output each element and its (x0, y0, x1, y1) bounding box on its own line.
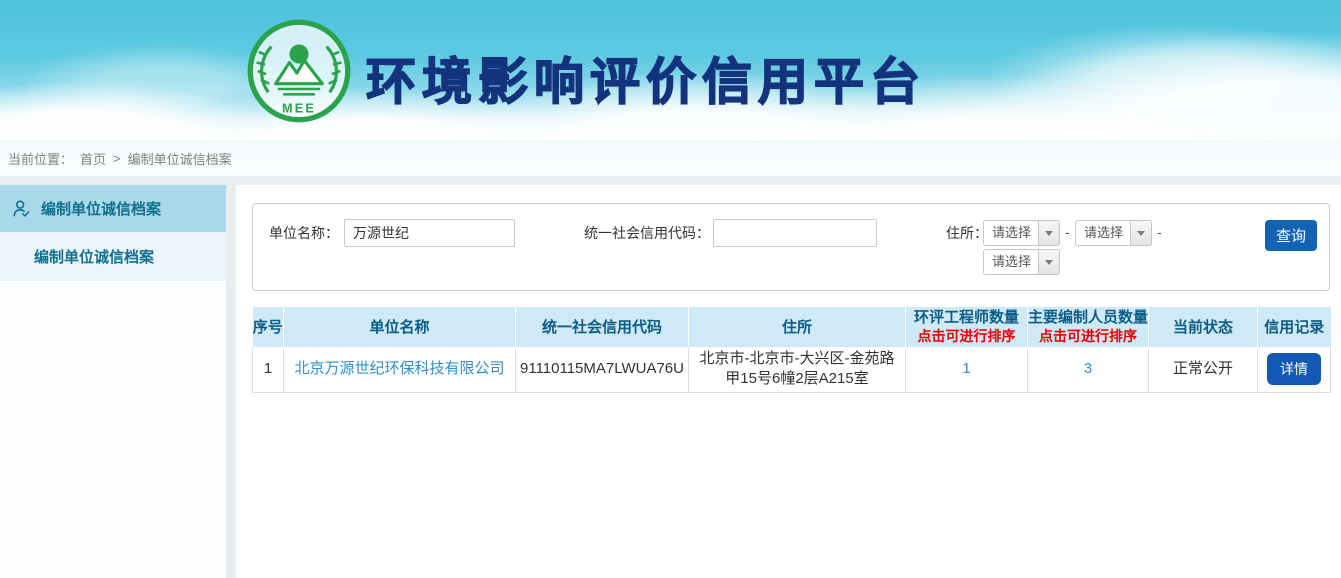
col-index: 序号 (253, 307, 284, 347)
staff-count-link[interactable]: 3 (1084, 360, 1092, 377)
staff-sort-hint[interactable]: 点击可进行排序 (1028, 327, 1148, 346)
province-select[interactable]: 请选择 (983, 220, 1060, 246)
page-title: 环境影响评价信用平台 (366, 42, 926, 114)
breadcrumb-label: 当前位置： (8, 149, 73, 168)
row-address: 北京市-北京市-大兴区-金苑路甲15号6幢2层A215室 (689, 347, 906, 392)
mee-logo-icon: MEE (246, 18, 352, 124)
row-credit-code: 91110115MA7LWUA76U (516, 347, 689, 392)
unit-name-input[interactable] (344, 219, 515, 247)
credit-code-label: 统一社会信用代码： (584, 219, 710, 247)
table-header-row: 序号 单位名称 统一社会信用代码 住所 环评工程师数量 点击可进行排序 主要编制… (253, 307, 1331, 347)
district-select[interactable]: 请选择 (983, 249, 1060, 275)
col-name: 单位名称 (284, 307, 516, 347)
district-select-value: 请选择 (984, 250, 1038, 274)
breadcrumb: 当前位置： 首页 > 编制单位诚信档案 (0, 140, 1341, 176)
col-staff[interactable]: 主要编制人员数量 点击可进行排序 (1028, 307, 1149, 347)
breadcrumb-current: 编制单位诚信档案 (128, 149, 232, 168)
query-button[interactable]: 查询 (1265, 220, 1317, 251)
col-engineers-title: 环评工程师数量 (914, 309, 1019, 326)
address-dash2: - (1157, 224, 1162, 240)
address-label: 住所： (946, 219, 988, 247)
col-code: 统一社会信用代码 (516, 307, 689, 347)
col-credit: 信用记录 (1258, 307, 1331, 347)
col-status: 当前状态 (1149, 307, 1258, 347)
city-select-value: 请选择 (1076, 221, 1130, 245)
main-panel: 单位名称： 统一社会信用代码： 住所： 请选择 - 请选择 - 请选择 查询 (236, 185, 1341, 578)
sidebar-item-unit-credit-archive[interactable]: 编制单位诚信档案 (0, 185, 226, 232)
province-select-value: 请选择 (984, 221, 1038, 245)
detail-button[interactable]: 详情 (1267, 353, 1321, 385)
credit-code-input[interactable] (713, 219, 877, 247)
row-status: 正常公开 (1149, 347, 1258, 392)
sidebar: 编制单位诚信档案 编制单位诚信档案 (0, 185, 226, 578)
search-panel: 单位名称： 统一社会信用代码： 住所： 请选择 - 请选择 - 请选择 查询 (252, 203, 1330, 291)
chevron-down-icon[interactable] (1130, 221, 1151, 245)
breadcrumb-separator: > (113, 151, 121, 166)
table-row: 1 北京万源世纪环保科技有限公司 91110115MA7LWUA76U 北京市-… (253, 347, 1331, 392)
engineer-count-link[interactable]: 1 (962, 360, 970, 377)
col-address: 住所 (689, 307, 906, 347)
address-dash: - (1065, 224, 1070, 240)
col-engineers[interactable]: 环评工程师数量 点击可进行排序 (906, 307, 1028, 347)
results-table: 序号 单位名称 统一社会信用代码 住所 环评工程师数量 点击可进行排序 主要编制… (252, 307, 1331, 393)
sidebar-item-label: 编制单位诚信档案 (41, 198, 161, 219)
city-select[interactable]: 请选择 (1075, 220, 1152, 246)
divider-band (0, 176, 1341, 185)
site-banner: MEE 环境影响评价信用平台 (0, 0, 1341, 140)
col-staff-title: 主要编制人员数量 (1028, 309, 1148, 326)
company-name-link[interactable]: 北京万源世纪环保科技有限公司 (294, 360, 504, 377)
sidebar-main-divider (226, 185, 236, 578)
row-index: 1 (253, 347, 284, 392)
svg-text:MEE: MEE (282, 100, 316, 115)
sidebar-subitem-label: 编制单位诚信档案 (34, 246, 154, 267)
user-check-icon (11, 198, 32, 219)
chevron-down-icon[interactable] (1038, 221, 1059, 245)
sidebar-subitem-unit-credit-archive[interactable]: 编制单位诚信档案 (0, 232, 226, 281)
content-area: 编制单位诚信档案 编制单位诚信档案 单位名称： 统一社会信用代码： 住所： 请选… (0, 185, 1341, 578)
chevron-down-icon[interactable] (1038, 250, 1059, 274)
breadcrumb-home-link[interactable]: 首页 (80, 149, 106, 168)
engineers-sort-hint[interactable]: 点击可进行排序 (906, 327, 1027, 346)
unit-name-label: 单位名称： (269, 219, 339, 247)
